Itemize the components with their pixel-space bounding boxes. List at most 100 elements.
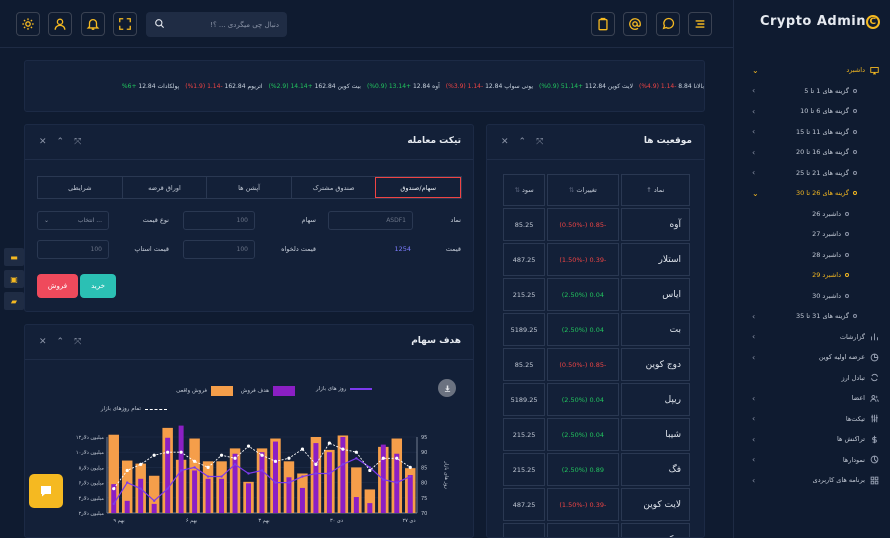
point-all-days[interactable] [354,450,358,454]
bar-target[interactable] [151,503,157,513]
sidebar-item-options-6-10[interactable]: › گزینه های 6 تا 10 [734,101,890,122]
search-input[interactable]: دنبال چی میگردی ... ؟! [165,21,287,29]
tab-conditional[interactable]: شرایطی [38,177,122,198]
table-row[interactable]: لایت کوین -0.39 (-1.50%) 487.25 [503,488,690,521]
point-all-days[interactable] [368,468,372,473]
sidebar-item-charts[interactable]: › نمودارها [734,450,890,471]
symbol-input[interactable]: ASDF1 [328,211,413,230]
sidebar-item-options-11-15[interactable]: › گزینه های 11 تا 15 [734,122,890,143]
point-market-days[interactable] [179,469,183,472]
bar-target[interactable] [353,497,359,513]
sidebar-item-reports[interactable]: › گزارشات [734,327,890,348]
sidebar-item-tickets[interactable]: › تیکت‌ها [734,409,890,430]
sidebar-item-ico[interactable]: › عرضه اولیه کوین [734,347,890,368]
point-all-days[interactable] [341,447,345,451]
point-market-days[interactable] [139,487,142,490]
table-row[interactable]: ریپل 0.04 (2.50%) 5189.25 [503,383,690,416]
column-header-change[interactable]: تغییرات ⇅ [547,174,619,206]
buy-button[interactable]: خرید [80,274,116,298]
stop-price-input[interactable]: 100 [37,240,109,259]
point-all-days[interactable] [125,468,129,473]
sidebar-item-exchange[interactable]: تبادل ارز [734,368,890,389]
point-market-days[interactable] [206,475,210,478]
close-icon[interactable]: ✕ [39,137,47,147]
point-market-days[interactable] [166,487,169,490]
tab-stocks[interactable]: سهام/صندوق [375,177,461,198]
shares-input[interactable]: 100 [183,211,255,230]
table-row[interactable]: ایاس 0.04 (2.50%) 215.25 [503,278,690,311]
point-market-days[interactable] [341,463,345,466]
bar-target[interactable] [299,487,305,513]
ticker-item[interactable]: بالانا 8.84 -1.14 (4.9%) [639,83,704,90]
bar-target[interactable] [205,478,211,513]
sidebar-item-dashboard-27[interactable]: داشبرد 27 [734,224,890,245]
point-market-days[interactable] [328,472,331,475]
point-market-days[interactable] [193,466,196,469]
point-all-days[interactable] [314,462,318,466]
tab-mutual-fund[interactable]: صندوق مشترک [290,177,376,198]
expand-icon[interactable]: ⤧ [536,137,543,147]
ticker-item[interactable]: آوه 12.84 +13.14 (0.9%) [367,83,440,90]
point-market-days[interactable] [287,481,291,484]
table-row[interactable]: آوه -0.85 (-0.50%) 85.25 [503,208,690,241]
point-market-days[interactable] [314,472,318,475]
table-row[interactable]: دوج کوین -0.85 (-0.50%) 85.25 [503,348,690,381]
bar-target[interactable] [124,500,130,513]
sidebar-item-dashboard-30[interactable]: داشبرد 30 [734,286,890,307]
search-bar[interactable]: دنبال چی میگردی ... ؟! [146,12,287,37]
point-all-days[interactable] [246,444,251,448]
sidebar-item-dashboard-29[interactable]: داشبرد 29 [734,265,890,286]
point-market-days[interactable] [152,499,156,503]
point-all-days[interactable] [395,456,399,460]
bar-target[interactable] [232,453,238,513]
bar-target[interactable] [407,475,413,513]
tab-options[interactable]: آپشن ها [206,177,291,198]
price-type-select[interactable]: ⌄ انتخاب ... [37,211,109,230]
ticker-item[interactable]: پولکادات 12.84 +6% [122,83,179,90]
point-market-days[interactable] [220,475,223,478]
point-all-days[interactable] [381,456,385,460]
folder-icon[interactable]: ▰ [4,292,24,310]
point-all-days[interactable] [112,487,116,491]
image-icon[interactable]: ▣ [4,270,24,288]
point-market-days[interactable] [355,457,358,460]
ticker-item[interactable]: لایت کوین 112.84 +51.14 (0.9%) [539,83,633,90]
point-all-days[interactable] [300,447,305,451]
point-market-days[interactable] [409,475,412,478]
bar-target[interactable] [246,483,252,513]
point-all-days[interactable] [287,456,291,460]
at-icon[interactable] [623,12,647,36]
search-icon[interactable] [154,18,165,32]
point-all-days[interactable] [408,465,412,469]
sidebar-item-members[interactable]: › اعضا [734,388,890,409]
point-market-days[interactable] [260,469,264,472]
sidebar-item-options-21-25[interactable]: › گزینه های 21 تا 25 [734,163,890,184]
bar-target[interactable] [165,437,171,513]
point-all-days[interactable] [139,462,143,466]
bar-target[interactable] [367,503,373,513]
point-all-days[interactable] [166,450,170,454]
user-icon[interactable] [48,12,72,36]
fullscreen-icon[interactable] [113,12,137,36]
collapse-icon[interactable]: ⌃ [519,137,527,147]
ticker-item[interactable]: اتریوم 162.84 -1.14 (1.9%) [185,83,262,90]
point-all-days[interactable] [219,453,224,457]
table-row[interactable]: میک-2.04 (-9.50%)958.25 [503,523,690,537]
table-row[interactable]: فگ 0.89 (2.50%) 215.25 [503,453,690,486]
ticker-item[interactable]: یونی سواپ 12.84 -1.14 (3.9%) [446,83,533,90]
table-row[interactable]: استلار -0.39 (-1.50%) 487.25 [503,243,690,276]
logo[interactable]: Crypto Admin C [760,14,880,29]
bar-target[interactable] [259,452,265,513]
column-header-profit[interactable]: سود ⇅ [503,174,546,206]
point-market-days[interactable] [112,502,115,506]
wallet-icon[interactable]: ▬ [4,248,24,266]
tab-bonds[interactable]: اوراق قرضه [121,177,207,198]
point-market-days[interactable] [126,481,129,484]
point-all-days[interactable] [152,453,156,457]
column-header-symbol[interactable]: نماد ↑ [620,174,690,206]
bar-target[interactable] [219,478,225,513]
sidebar-item-apps[interactable]: › برنامه های کاربردی [734,470,890,491]
chat-icon[interactable] [656,12,680,36]
sidebar-item-dashboard-28[interactable]: داشبرد 28 [734,245,890,266]
point-all-days[interactable] [260,453,264,457]
